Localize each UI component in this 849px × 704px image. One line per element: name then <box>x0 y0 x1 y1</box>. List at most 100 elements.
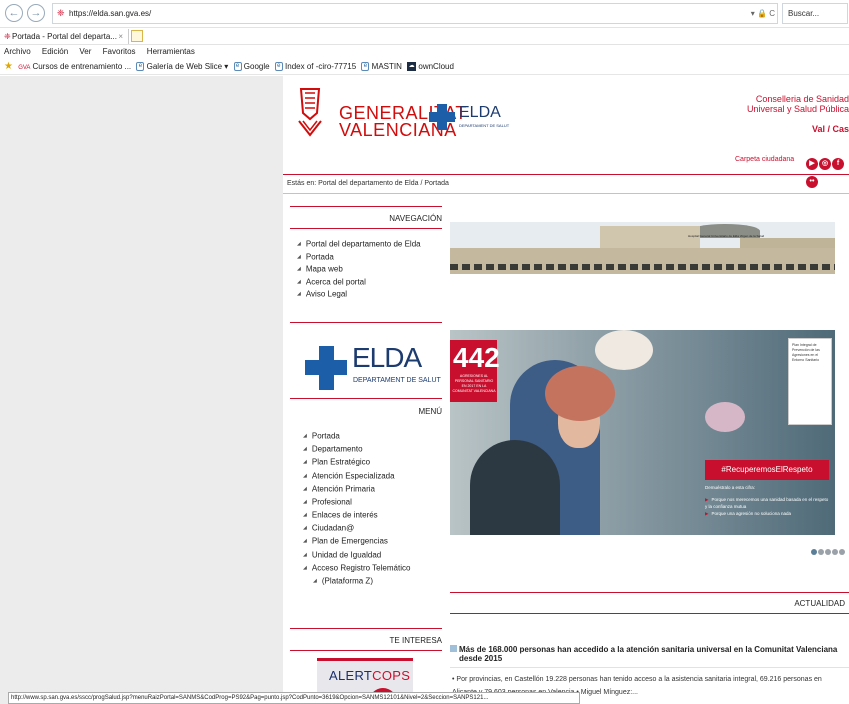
carousel-dot-icon[interactable] <box>811 549 817 555</box>
nav-item-acerca[interactable]: Acerca del portal <box>297 276 421 289</box>
menu-item-unidad-igualdad[interactable]: Unidad de Igualdad <box>303 549 410 562</box>
menu-top-line <box>290 398 442 399</box>
nav-item-mapa-web[interactable]: Mapa web <box>297 263 421 276</box>
carousel-dot-icon[interactable] <box>839 549 845 555</box>
menu-item-atencion-especializada[interactable]: Atención Especializada <box>303 470 410 483</box>
news-headline[interactable]: Más de 168.000 personas han accedido a l… <box>450 645 845 663</box>
ie-page-icon: e <box>136 62 145 72</box>
favorite-owncloud[interactable]: ☁ ownCloud <box>407 59 454 75</box>
plan-card: Plan Integral de Prevención de las Agres… <box>788 338 832 425</box>
health-cross-icon <box>429 104 455 130</box>
favorite-web-slice[interactable]: e Galería de Web Slice ▾ <box>136 59 228 75</box>
nav-item-portada[interactable]: Portada <box>297 251 421 264</box>
favorites-bar: ★ GVA Cursos de entrenamiento ... e Galer… <box>0 59 849 75</box>
aggressions-counter: 442 AGRESIONES AL PERSONAL SANITARIO EN … <box>450 340 500 402</box>
url-text: https://elda.san.gva.es/ <box>69 9 152 18</box>
menu-item-departamento[interactable]: Departamento <box>303 443 410 456</box>
elda-logo-name: ELDA <box>459 104 501 121</box>
nav-title-line <box>290 228 442 229</box>
hospital-photo: Hospital General Universitario de Elda V… <box>450 222 835 274</box>
cloud-icon: ☁ <box>407 62 417 72</box>
menu-item-profesional[interactable]: Profesional <box>303 496 410 509</box>
favorite-index[interactable]: e Index of -ciro-77715 <box>274 59 356 75</box>
menu-item-portada[interactable]: Portada <box>303 430 410 443</box>
address-bar-row: ← → ❈ https://elda.san.gva.es/ ▾ 🔒 C Bus… <box>0 0 849 28</box>
favorites-star-icon[interactable]: ★ <box>4 61 13 72</box>
web-page: GENERALITAT VALENCIANA ELDA DEPARTAMENT … <box>283 76 849 704</box>
menu-item-plataforma-z[interactable]: (Plataforma Z) <box>303 575 410 588</box>
close-tab-icon[interactable]: × <box>118 29 123 44</box>
search-input[interactable]: Buscar... <box>782 3 848 24</box>
carousel-dot-icon[interactable] <box>825 549 831 555</box>
menu-item-plan-emergencias[interactable]: Plan de Emergencias <box>303 535 410 548</box>
actualidad-bottom-line <box>450 613 849 614</box>
menu-favoritos[interactable]: Favoritos <box>103 47 136 56</box>
menu-ver[interactable]: Ver <box>79 47 91 56</box>
youtube-icon[interactable]: ▶ <box>806 158 818 170</box>
breadcrumb[interactable]: Estás en: Portal del departamento de Eld… <box>287 180 449 187</box>
health-cross-icon <box>305 346 347 390</box>
gva-favicon-icon: ❈ <box>57 8 65 18</box>
favorite-cursos[interactable]: GVA Cursos de entrenamiento ... <box>18 59 131 76</box>
carousel-dot-icon[interactable] <box>818 549 824 555</box>
navegacion-list: Portal del departamento de Elda Portada … <box>297 238 421 301</box>
menu-item-ciudadan[interactable]: Ciudadan@ <box>303 522 410 535</box>
news-divider <box>450 667 849 668</box>
interesa-title-line <box>290 650 442 651</box>
menu-item-atencion-primaria[interactable]: Atención Primaria <box>303 483 410 496</box>
menu-item-plan-estrategico[interactable]: Plan Estratégico <box>303 456 410 469</box>
interesa-top-line <box>290 628 442 629</box>
menu-list: Portada Departamento Plan Estratégico At… <box>303 430 411 588</box>
campaign-subtitle: Demuéstralo a esta cifra: <box>705 485 756 490</box>
tab-row: ❈ Portada - Portal del departa... × <box>0 28 849 45</box>
photo-health-worker <box>470 440 560 535</box>
back-arrow-icon[interactable]: ← <box>5 4 23 22</box>
aggressions-caption: AGRESIONES AL PERSONAL SANITARIO EN 2017… <box>452 374 496 393</box>
campaign-banner[interactable]: 442 AGRESIONES AL PERSONAL SANITARIO EN … <box>450 330 835 535</box>
nav-item-portal[interactable]: Portal del departamento de Elda <box>297 238 421 251</box>
actualidad-title: ACTUALIDAD <box>794 599 845 608</box>
menu-title: MENÚ <box>418 407 442 416</box>
flickr-icon[interactable]: •• <box>806 176 818 188</box>
ie-page-icon: e <box>274 62 283 72</box>
campaign-hashtag: #RecuperemosElRespeto <box>705 460 829 480</box>
menu-edicion[interactable]: Edición <box>42 47 68 56</box>
campaign-bullets: Porque nos merecemos una sanidad basada … <box>705 496 830 517</box>
favorite-mastin[interactable]: e MASTIN <box>361 59 402 75</box>
conselleria-link[interactable]: Conselleria de Sanidad Universal y Salud… <box>719 94 849 114</box>
carpeta-ciudadana-link[interactable]: Carpeta ciudadana <box>735 156 794 163</box>
menu-herramientas[interactable]: Herramientas <box>147 47 195 56</box>
lock-refresh-icon[interactable]: ▾ 🔒 C <box>751 4 775 23</box>
gva-crest-icon <box>298 88 322 137</box>
menu-item-registro-telematico[interactable]: Acceso Registro Telemático <box>303 562 411 575</box>
menu-archivo[interactable]: Archivo <box>4 47 31 56</box>
address-bar[interactable]: ❈ https://elda.san.gva.es/ ▾ 🔒 C <box>52 3 778 24</box>
photo-surgical-cap <box>595 330 653 370</box>
new-tab-button[interactable] <box>131 30 143 42</box>
generalitat-logo[interactable]: GENERALITAT VALENCIANA <box>297 85 466 145</box>
breadcrumb-divider <box>283 193 849 194</box>
tab-title: Portada - Portal del departa... <box>12 32 117 41</box>
social-links: ▶ ◎ f •• <box>806 152 849 188</box>
menu-item-enlaces[interactable]: Enlaces de interés <box>303 509 410 522</box>
elda-large-sub: DEPARTAMENT DE SALUT <box>353 377 441 384</box>
header-divider <box>283 174 849 175</box>
navegacion-title: NAVEGACIÓN <box>389 214 442 223</box>
favorite-google[interactable]: e Google <box>233 59 270 75</box>
nav-top-line <box>290 206 442 207</box>
nav-item-aviso-legal[interactable]: Aviso Legal <box>297 288 421 301</box>
forward-arrow-icon[interactable]: → <box>27 4 45 22</box>
carousel-dot-icon[interactable] <box>832 549 838 555</box>
nav-bottom-line <box>290 322 442 323</box>
status-bar-url: http://www.sp.san.gva.es/sscc/progSalud.… <box>8 692 580 704</box>
instagram-icon[interactable]: ◎ <box>819 158 831 170</box>
actualidad-top-line <box>450 592 849 593</box>
ie-page-icon: e <box>361 62 370 72</box>
photo-surgical-cap <box>705 402 745 432</box>
facebook-icon[interactable]: f <box>832 158 844 170</box>
language-switch[interactable]: Val / Cas <box>812 124 849 134</box>
aggressions-number: 442 <box>453 342 500 373</box>
te-interesa-title: TE INTERESA <box>389 636 442 645</box>
elda-large-name: ELDA <box>352 342 422 373</box>
browser-tab[interactable]: ❈ Portada - Portal del departa... × <box>2 29 129 44</box>
